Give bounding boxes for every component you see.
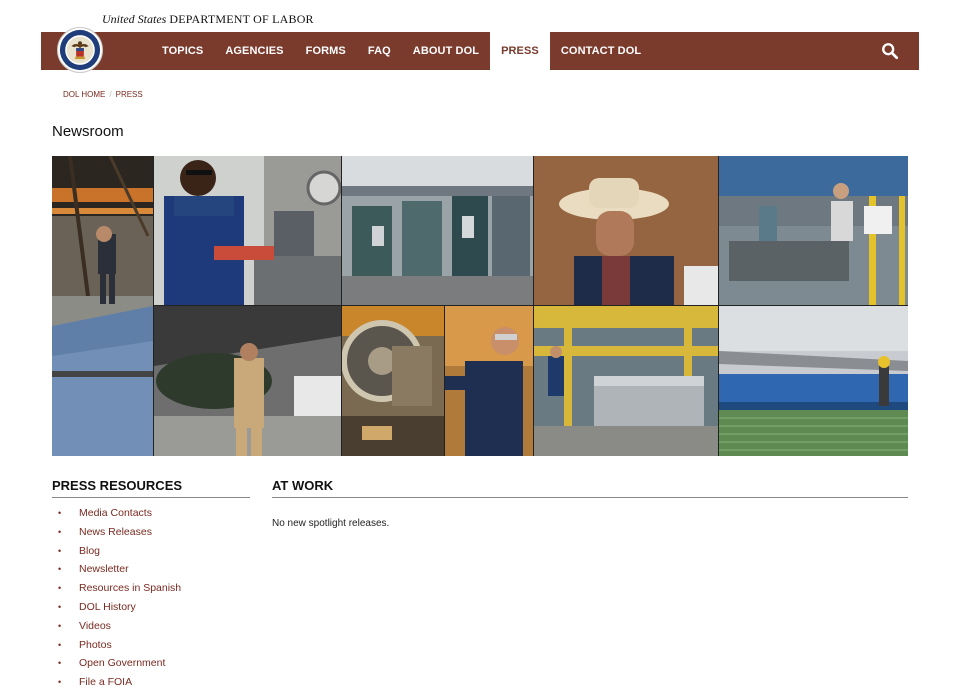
list-item: Newsletter <box>52 560 250 579</box>
nav-item-about-dol[interactable]: ABOUT DOL <box>402 32 490 70</box>
breadcrumb-home-link[interactable]: DOL HOME <box>63 90 105 99</box>
industrial-assembly-photo <box>534 306 718 456</box>
page-title: Newsroom <box>52 123 124 140</box>
file-a-foia-link[interactable]: File a FOIA <box>79 676 132 688</box>
dol-seal-icon[interactable] <box>57 27 103 73</box>
news-releases-link[interactable]: News Releases <box>79 526 152 538</box>
factory-machines-photo <box>342 156 533 305</box>
list-item: Resources in Spanish <box>52 579 250 598</box>
photos-link[interactable]: Photos <box>79 639 112 651</box>
list-item: Blog <box>52 542 250 561</box>
nav-item-agencies[interactable]: AGENCIES <box>214 32 294 70</box>
list-item: Photos <box>52 636 250 655</box>
list-item: File a FOIA <box>52 673 250 692</box>
nav-item-topics[interactable]: TOPICS <box>151 32 214 70</box>
breadcrumb: DOL HOME / PRESS <box>63 90 143 99</box>
nav-item-contact-dol[interactable]: CONTACT DOL <box>550 32 652 70</box>
worker-navy-shirt-photo <box>445 306 533 456</box>
videos-link[interactable]: Videos <box>79 620 111 632</box>
at-work-heading: AT WORK <box>272 478 908 498</box>
list-item: DOL History <box>52 598 250 617</box>
agency-prefix: United States <box>102 12 167 26</box>
blog-link[interactable]: Blog <box>79 545 100 557</box>
man-cowboy-hat-photo <box>534 156 718 305</box>
machinist-blue-shirt-photo <box>154 156 341 305</box>
at-work-section: AT WORK No new spotlight releases. <box>272 478 908 529</box>
list-item: Open Government <box>52 654 250 673</box>
agency-department: DEPARTMENT OF LABOR <box>169 12 314 26</box>
nav-item-press[interactable]: PRESS <box>490 32 550 70</box>
list-item: Media Contacts <box>52 504 250 523</box>
nav-item-forms[interactable]: FORMS <box>295 32 357 70</box>
no-spotlight-message: No new spotlight releases. <box>272 518 390 529</box>
open-government-link[interactable]: Open Government <box>79 657 165 669</box>
helicopter-pilot-photo <box>154 306 341 456</box>
resources-in-spanish-link[interactable]: Resources in Spanish <box>79 582 181 594</box>
media-contacts-link[interactable]: Media Contacts <box>79 507 152 519</box>
newsletter-link[interactable]: Newsletter <box>79 563 129 575</box>
nav-item-faq[interactable]: FAQ <box>357 32 402 70</box>
agency-title: United States DEPARTMENT OF LABOR <box>102 12 314 27</box>
list-item: News Releases <box>52 523 250 542</box>
press-resources-sidebar: PRESS RESOURCES Media Contacts News Rele… <box>52 478 250 692</box>
breadcrumb-separator: / <box>109 90 112 99</box>
search-icon[interactable] <box>881 42 899 60</box>
worker-warehouse-photo <box>52 156 153 456</box>
workshop-workers-photo <box>719 156 908 305</box>
press-resources-list: Media Contacts News Releases Blog Newsle… <box>52 504 250 692</box>
machinery-wheel-photo <box>342 306 444 456</box>
breadcrumb-current-link[interactable]: PRESS <box>116 90 143 99</box>
bridge-construction-photo <box>719 306 908 456</box>
press-resources-heading: PRESS RESOURCES <box>52 478 250 498</box>
dol-history-link[interactable]: DOL History <box>79 601 136 613</box>
newsroom-photo-mosaic <box>52 156 908 456</box>
main-nav-list: TOPICS AGENCIES FORMS FAQ ABOUT DOL PRES… <box>151 32 652 70</box>
list-item: Videos <box>52 617 250 636</box>
main-nav-bar: TOPICS AGENCIES FORMS FAQ ABOUT DOL PRES… <box>41 32 919 70</box>
